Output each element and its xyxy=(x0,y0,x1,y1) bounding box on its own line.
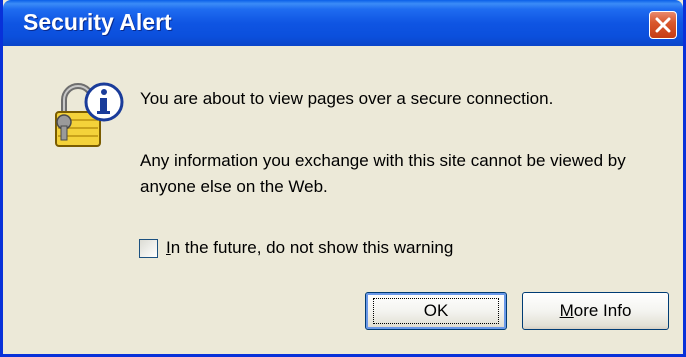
security-alert-dialog: Security Alert You are about to view pag… xyxy=(0,0,686,357)
lock-info-icon xyxy=(55,82,124,147)
title-bar[interactable]: Security Alert xyxy=(3,0,683,46)
window-title: Security Alert xyxy=(23,9,172,35)
ok-button-label: OK xyxy=(372,298,500,324)
dont-show-warning-label[interactable]: In the future, do not show this warning xyxy=(166,238,453,258)
ok-button[interactable]: OK xyxy=(365,292,507,330)
dont-show-warning-checkbox[interactable] xyxy=(139,238,158,258)
dont-show-warning-option[interactable]: In the future, do not show this warning xyxy=(139,237,453,259)
close-button[interactable] xyxy=(649,11,677,39)
close-icon xyxy=(655,17,671,33)
privacy-message: Any information you exchange with this s… xyxy=(140,151,626,196)
secure-connection-message: You are about to view pages over a secur… xyxy=(140,89,554,108)
more-info-button[interactable]: More Info xyxy=(522,292,669,330)
more-info-label: More Info xyxy=(559,301,632,320)
